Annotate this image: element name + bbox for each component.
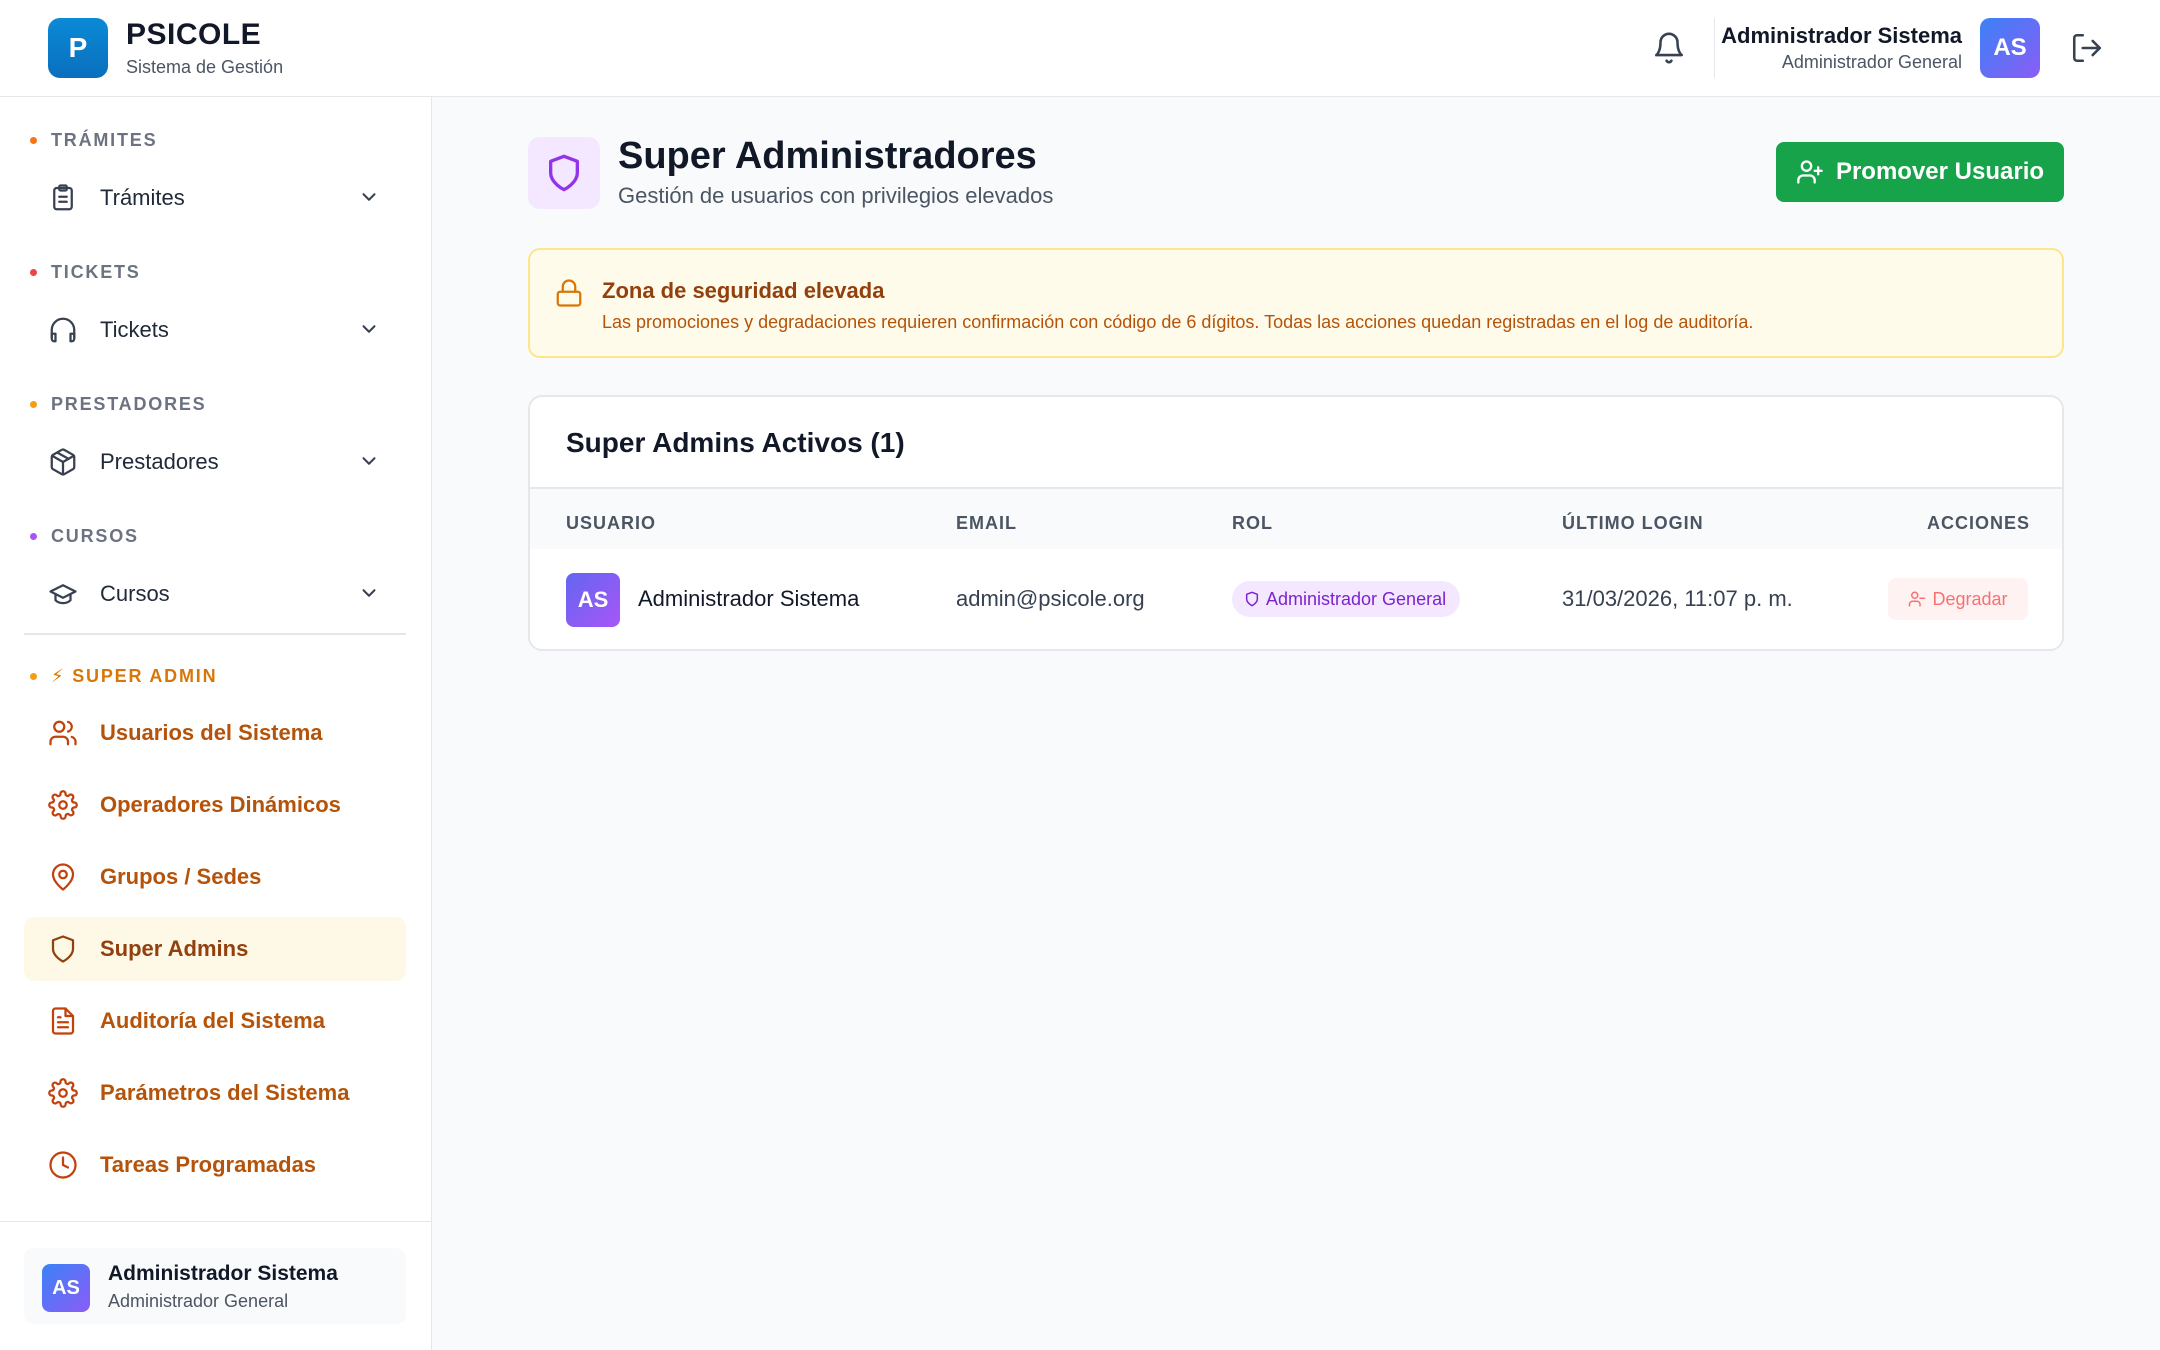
section-title-tramites: TRÁMITES — [30, 130, 157, 151]
lock-icon — [556, 279, 582, 307]
column-header-acciones: ACCIONES — [1926, 513, 2030, 533]
role-badge-label: Administrador General — [1266, 588, 1447, 609]
avatar: AS — [566, 573, 620, 627]
column-header-usuario: USUARIO — [566, 513, 657, 533]
sidebar-divider — [24, 633, 406, 635]
sidebar-item-cursos[interactable]: Cursos — [24, 562, 406, 626]
sidebar-item-super-admins[interactable]: Super Admins — [24, 917, 406, 981]
table-row: AS Administrador Sistema admin@psicole.o… — [530, 549, 2062, 649]
warning-title: Zona de seguridad elevada — [602, 278, 885, 303]
page-title-icon — [528, 137, 600, 209]
table-header: USUARIO EMAIL ROL ÚLTIMO LOGIN ACCIONES — [530, 487, 2062, 549]
sidebar-item-label: Super Admins — [100, 936, 249, 961]
demote-button[interactable]: Degradar — [1888, 578, 2028, 620]
row-user-name: Administrador Sistema — [638, 586, 860, 611]
chevron-down-icon[interactable] — [358, 582, 380, 604]
sidebar-item-usuarios-sistema[interactable]: Usuarios del Sistema — [24, 701, 406, 765]
column-header-rol: ROL — [1232, 513, 1273, 533]
super-admins-card: Super Admins Activos (1) USUARIO EMAIL R… — [528, 395, 2064, 651]
sidebar-item-label: Tareas Programadas — [100, 1152, 317, 1177]
sidebar-item-label: Parámetros del Sistema — [100, 1080, 350, 1105]
sidebar-item-parametros[interactable]: Parámetros del Sistema — [24, 1061, 406, 1125]
column-header-email: EMAIL — [956, 513, 1017, 533]
sidebar: TRÁMITES Trámites TICKETS Tickets PRESTA… — [0, 97, 432, 1350]
users-icon — [49, 720, 77, 746]
sidebar-item-tickets[interactable]: Tickets — [24, 298, 406, 362]
section-dot — [30, 533, 37, 540]
headphones-icon — [50, 317, 76, 343]
promote-user-button[interactable]: Promover Usuario — [1776, 142, 2064, 202]
header-divider — [1714, 18, 1715, 78]
demote-label: Degradar — [1932, 588, 2008, 609]
sidebar-user-card[interactable]: AS Administrador Sistema Administrador G… — [24, 1248, 406, 1324]
sidebar-user-role: Administrador General — [108, 1291, 289, 1311]
section-dot — [30, 673, 37, 680]
sidebar-item-label: Grupos / Sedes — [100, 864, 262, 889]
sidebar-item-auditoria[interactable]: Auditoría del Sistema — [24, 989, 406, 1053]
column-header-ultimo-login: ÚLTIMO LOGIN — [1562, 513, 1704, 533]
user-minus-icon — [1909, 591, 1926, 607]
header-user-name: Administrador Sistema — [1721, 23, 1962, 48]
chevron-down-icon[interactable] — [358, 450, 380, 472]
section-dot — [30, 269, 37, 276]
row-email: admin@psicole.org — [956, 586, 1145, 611]
sidebar-item-label: Tickets — [100, 317, 169, 342]
header-avatar[interactable]: AS — [1980, 18, 2040, 78]
sidebar-item-grupos-sedes[interactable]: Grupos / Sedes — [24, 845, 406, 909]
row-last-login: 31/03/2026, 11:07 p. m. — [1562, 586, 1793, 611]
shield-icon — [51, 935, 75, 963]
shield-icon — [1245, 591, 1259, 607]
gear-icon — [48, 790, 78, 820]
map-pin-icon — [51, 863, 75, 891]
shield-icon — [549, 154, 579, 192]
section-dot — [30, 401, 37, 408]
section-title-super-admin: ⚡ SUPER ADMIN — [30, 666, 217, 687]
card-title: Super Admins Activos (1) — [566, 427, 905, 458]
chevron-down-icon[interactable] — [358, 186, 380, 208]
chevron-down-icon[interactable] — [358, 318, 380, 340]
sidebar-item-label: Prestadores — [100, 449, 219, 474]
brand-name: PSICOLE — [126, 18, 262, 51]
clock-icon — [49, 1151, 77, 1179]
sidebar-item-operadores-dinamicos[interactable]: Operadores Dinámicos — [24, 773, 406, 837]
promote-user-label: Promover Usuario — [1835, 158, 2045, 185]
logout-icon[interactable] — [2070, 31, 2104, 65]
file-text-icon — [51, 1007, 75, 1035]
sidebar-item-label: Trámites — [100, 185, 185, 210]
bell-icon[interactable] — [1652, 31, 1686, 65]
sidebar-bottom-divider — [0, 1221, 432, 1222]
sidebar-item-label: Usuarios del Sistema — [100, 720, 323, 745]
page-title: Super Administradores — [618, 135, 1037, 177]
section-dot — [30, 137, 37, 144]
clipboard-icon — [53, 184, 73, 211]
sidebar-item-tramites[interactable]: Trámites — [24, 166, 406, 230]
avatar: AS — [42, 1264, 90, 1312]
graduation-cap-icon — [49, 584, 77, 605]
sidebar-item-label: Operadores Dinámicos — [100, 792, 341, 817]
app-logo[interactable]: P — [48, 18, 108, 78]
package-icon — [50, 448, 76, 476]
warning-text: Las promociones y degradaciones requiere… — [602, 312, 1754, 332]
sidebar-user-name: Administrador Sistema — [108, 1262, 338, 1285]
section-title-tickets: TICKETS — [30, 262, 141, 283]
header-user-role: Administrador General — [1781, 52, 1962, 72]
security-warning-banner: Zona de seguridad elevada Las promocione… — [528, 248, 2064, 358]
sidebar-item-label: Cursos — [100, 581, 170, 606]
sidebar-item-tareas-programadas[interactable]: Tareas Programadas — [24, 1133, 406, 1197]
sidebar-item-prestadores[interactable]: Prestadores — [24, 430, 406, 494]
page-subtitle: Gestión de usuarios con privilegios elev… — [618, 183, 1054, 208]
brand-subtitle: Sistema de Gestión — [126, 57, 284, 77]
section-title-cursos: CURSOS — [30, 526, 139, 547]
top-header: P PSICOLE Sistema de Gestión Administrad… — [0, 0, 2160, 97]
section-title-prestadores: PRESTADORES — [30, 394, 207, 415]
user-plus-icon — [1797, 160, 1823, 184]
sidebar-item-label: Auditoría del Sistema — [100, 1008, 325, 1033]
gear-icon — [48, 1078, 78, 1108]
role-badge: Administrador General — [1232, 581, 1461, 617]
